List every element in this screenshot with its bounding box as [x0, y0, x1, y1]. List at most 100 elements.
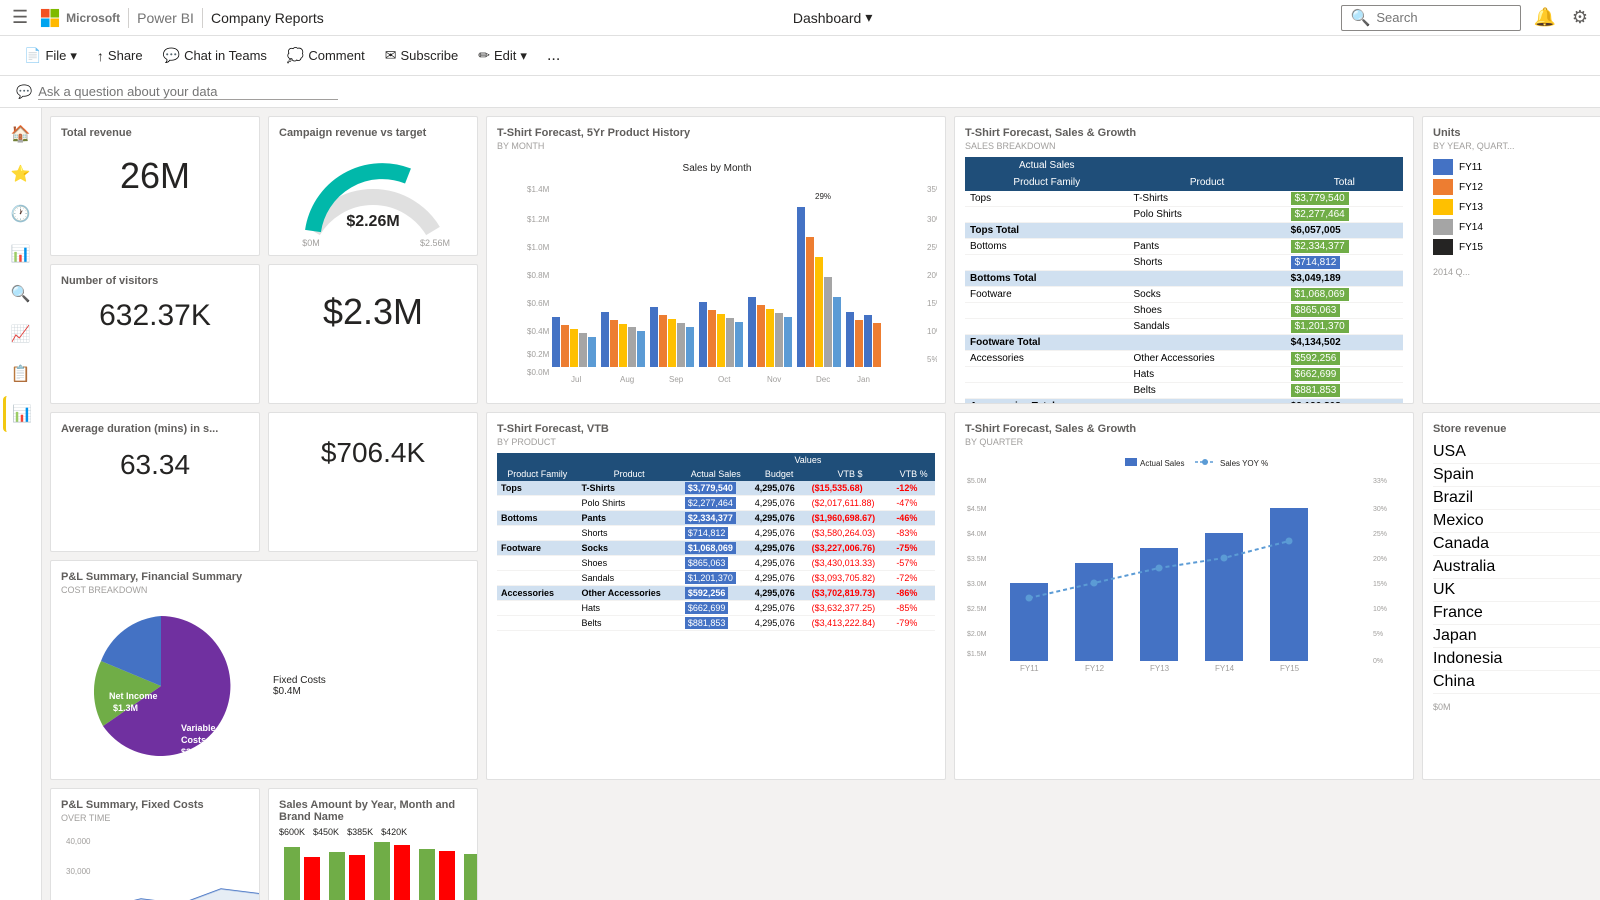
dashboard-dropdown[interactable]: Dashboard ▾	[793, 9, 873, 26]
svg-text:FY15: FY15	[1280, 664, 1300, 673]
svg-text:Sales YOY %: Sales YOY %	[1220, 459, 1268, 468]
svg-text:$1.4M: $1.4M	[527, 185, 550, 194]
svg-text:$1.2M: $1.2M	[527, 215, 550, 224]
svg-text:$0.8M: $0.8M	[527, 271, 550, 280]
search-icon: 🔍	[1350, 8, 1370, 28]
pl-subtitle: COST BREAKDOWN	[61, 585, 467, 595]
quarterly-chart: Actual Sales Sales YOY % $5.0M $4.5M $4.…	[965, 453, 1395, 673]
visitors-value: 632.37K	[61, 299, 249, 333]
units-title: Units	[1433, 127, 1600, 139]
total-revenue-card: Total revenue 26M	[50, 116, 260, 256]
sidebar-home[interactable]: 🏠	[3, 116, 39, 152]
nav-sep2	[202, 8, 203, 28]
edit-icon: ✏	[478, 47, 490, 64]
pl-title: P&L Summary, Financial Summary	[61, 571, 467, 583]
file-icon: 📄	[24, 47, 41, 64]
svg-text:25%: 25%	[1373, 531, 1387, 538]
list-item: Indonesia	[1433, 648, 1600, 671]
svg-text:Aug: Aug	[620, 375, 634, 384]
svg-text:30,000: 30,000	[66, 867, 91, 876]
list-item: UK	[1433, 579, 1600, 602]
store-revenue-title: Store revenue	[1433, 423, 1600, 435]
sidebar-recent[interactable]: 🕐	[3, 196, 39, 232]
list-item: USA	[1433, 441, 1600, 464]
svg-text:FY11: FY11	[1020, 664, 1039, 673]
vtb-subtitle: BY PRODUCT	[497, 437, 935, 447]
svg-text:$4.0M: $4.0M	[967, 531, 987, 538]
svg-text:FY14: FY14	[1215, 664, 1235, 673]
svg-text:FY13: FY13	[1150, 664, 1170, 673]
svg-text:$2.56M: $2.56M	[420, 238, 450, 248]
main-content: 🏠 ⭐ 🕐 📊 🔍 📈 📋 📊 Total revenue 26M Campai…	[0, 108, 1600, 900]
ms-logo: Microsoft	[40, 8, 120, 28]
sidebar-apps[interactable]: 📊	[3, 236, 39, 272]
svg-text:FY12: FY12	[1085, 664, 1105, 673]
qa-input[interactable]	[38, 84, 338, 100]
subscribe-button[interactable]: ✉ Subscribe	[377, 43, 467, 68]
svg-text:$0.6M: $0.6M	[527, 299, 550, 308]
svg-text:25%: 25%	[927, 243, 937, 252]
qa-bar: 💬	[0, 76, 1600, 108]
file-button[interactable]: 📄 File ▾	[16, 43, 85, 68]
campaign-title: Campaign revenue vs target	[279, 127, 467, 139]
hamburger-icon[interactable]: ☰	[8, 3, 32, 32]
list-item: France	[1433, 602, 1600, 625]
col-total	[1286, 157, 1403, 174]
pl-summary-card: P&L Summary, Financial Summary COST BREA…	[50, 560, 478, 780]
units-panel: Units BY YEAR, QUART... FY11 FY12 FY13	[1422, 116, 1600, 404]
tshirt-sales-title: T-Shirt Forecast, Sales & Growth	[965, 127, 1403, 139]
tshirt-history-card: T-Shirt Forecast, 5Yr Product History BY…	[486, 116, 946, 404]
fixed-costs-chart: 40,000 30,000	[61, 829, 260, 900]
fixed-costs-label: Fixed Costs $0.4M	[273, 675, 326, 697]
svg-text:5%: 5%	[927, 355, 937, 364]
total-revenue-title: Total revenue	[61, 127, 249, 139]
svg-text:$3.0M: $3.0M	[967, 581, 987, 588]
sidebar-metrics[interactable]: 📈	[3, 316, 39, 352]
list-item: China	[1433, 671, 1600, 694]
units-year-label: 2014 Q...	[1433, 267, 1600, 277]
svg-text:$1.0M: $1.0M	[527, 243, 550, 252]
bell-icon[interactable]: 🔔	[1529, 3, 1559, 32]
gauge-chart: $2.26M $0M $2.56M	[293, 141, 453, 251]
svg-text:$0M: $0M	[302, 238, 320, 248]
qtr-subtitle: BY QUARTER	[965, 437, 1403, 447]
more-button[interactable]: ...	[539, 43, 568, 69]
svg-text:Jan: Jan	[857, 375, 870, 384]
svg-text:Jul: Jul	[571, 375, 581, 384]
svg-text:10%: 10%	[1373, 606, 1387, 613]
search-input[interactable]	[1376, 10, 1512, 25]
col-family: Actual Sales	[965, 157, 1129, 174]
share-button[interactable]: ↑ Share	[89, 44, 151, 68]
nav-sep1	[128, 8, 129, 28]
sales-amount-title: Sales Amount by Year, Month and Brand Na…	[279, 799, 467, 823]
sidebar-favorites[interactable]: ⭐	[3, 156, 39, 192]
avg-duration-value: 63.34	[61, 449, 249, 481]
ms-label: Microsoft	[66, 11, 120, 25]
svg-text:Costs: Costs	[181, 735, 206, 745]
pl-pie-chart: Variable Costs $3.3M Net Income $1.3M	[61, 601, 261, 771]
svg-text:0%: 0%	[1373, 658, 1383, 665]
sales-amount-card: Sales Amount by Year, Month and Brand Na…	[268, 788, 478, 900]
store-revenue-card: Store revenue USA Spain Brazil Mexico Ca…	[1422, 412, 1600, 780]
list-item: Canada	[1433, 533, 1600, 556]
comment-button[interactable]: 💭 Comment	[279, 43, 373, 68]
vtb-table: Values Product Family Product Actual Sal…	[497, 453, 935, 631]
sidebar-datahub[interactable]: 📋	[3, 356, 39, 392]
search-box[interactable]: 🔍	[1341, 5, 1521, 31]
pl-fixed-subtitle: OVER TIME	[61, 813, 249, 823]
svg-text:Net Income: Net Income	[109, 691, 158, 701]
settings-icon[interactable]: ⚙	[1568, 3, 1592, 32]
tshirt-sales-subtitle: SALES BREAKDOWN	[965, 141, 1403, 151]
visitors-card: Number of visitors 632.37K	[50, 264, 260, 404]
pl-fixed-title: P&L Summary, Fixed Costs	[61, 799, 249, 811]
svg-text:Oct: Oct	[718, 375, 731, 384]
chat-button[interactable]: 💬 Chat in Teams	[155, 43, 275, 68]
sidebar-report[interactable]: 📊	[3, 396, 39, 432]
sidebar-explore[interactable]: 🔍	[3, 276, 39, 312]
svg-text:$2.5M: $2.5M	[967, 606, 987, 613]
svg-text:29%: 29%	[815, 192, 831, 201]
svg-text:5%: 5%	[1373, 631, 1383, 638]
store-value-label: $0M	[1433, 702, 1600, 712]
top-nav: ☰ Microsoft Power BI Company Reports Das…	[0, 0, 1600, 36]
edit-button[interactable]: ✏ Edit ▾	[470, 43, 535, 68]
